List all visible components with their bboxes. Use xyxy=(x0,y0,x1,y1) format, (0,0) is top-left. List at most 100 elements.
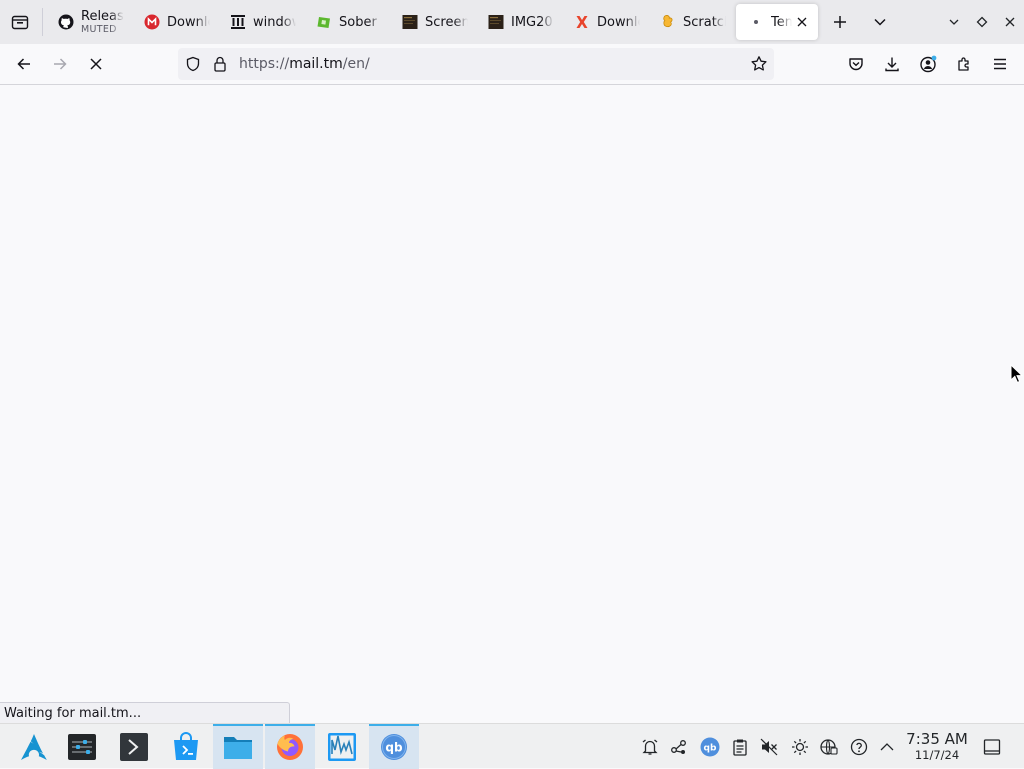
tray-notifications[interactable] xyxy=(640,737,660,757)
firefox-view-button[interactable] xyxy=(6,8,34,36)
taskbar: qb qb 7:35 AM 11/7/24 xyxy=(0,723,1024,769)
taskbar-qbittorrent[interactable]: qb xyxy=(369,724,419,769)
taskbar-system-settings[interactable] xyxy=(57,724,107,769)
close-icon xyxy=(1005,17,1015,27)
image-thumbnail-icon xyxy=(488,14,504,30)
x-download-icon xyxy=(574,14,590,30)
tab-scratch[interactable]: Scratch xyxy=(648,4,726,40)
tab-download-x[interactable]: Download xyxy=(562,4,640,40)
tab-label-wrap: IMG20 xyxy=(511,14,554,30)
tab-muted-label: MUTED xyxy=(81,23,117,35)
tray-qbittorrent[interactable]: qb xyxy=(700,737,720,757)
firefox-icon xyxy=(277,733,303,760)
tray-network[interactable] xyxy=(819,737,839,757)
pocket-button[interactable] xyxy=(842,50,870,78)
tab-download-mega[interactable]: Download xyxy=(132,4,210,40)
tab-title: Scratch xyxy=(683,14,726,30)
tab-label-wrap: Releases MUTED xyxy=(81,9,124,35)
scratch-icon xyxy=(660,14,676,30)
brightness-sun-icon xyxy=(792,739,808,755)
tray-expand-button[interactable] xyxy=(877,737,897,757)
tab-releases[interactable]: Releases MUTED xyxy=(46,4,124,40)
back-button[interactable] xyxy=(10,50,38,78)
arrow-right-icon xyxy=(54,58,67,70)
taskbar-system-monitor[interactable] xyxy=(317,724,367,769)
tab-windows[interactable]: windows xyxy=(218,4,296,40)
tab-label-wrap: Temp xyxy=(771,14,792,30)
github-icon xyxy=(58,14,74,30)
account-icon xyxy=(920,55,937,73)
tab-label-wrap: windows xyxy=(253,14,296,30)
window-maximize-button[interactable] xyxy=(970,10,994,34)
tab-label-wrap: Scratch xyxy=(683,14,726,30)
url-input[interactable]: https://mail.tm/en/ xyxy=(239,56,370,72)
clipboard-icon xyxy=(733,739,747,756)
firefox-view-icon xyxy=(11,15,29,30)
account-button[interactable] xyxy=(914,50,942,78)
show-desktop-icon xyxy=(983,739,1001,755)
hamburger-menu-icon xyxy=(994,58,1006,70)
tab-title: Download xyxy=(597,14,640,30)
svg-text:qb: qb xyxy=(704,744,717,754)
qbittorrent-icon: qb xyxy=(381,733,407,760)
url-scheme: https:// xyxy=(239,56,290,72)
bookmark-star-button[interactable] xyxy=(750,55,768,77)
address-bar[interactable]: https://mail.tm/en/ xyxy=(178,48,774,80)
show-desktop-button[interactable] xyxy=(982,737,1002,757)
question-circle-icon xyxy=(850,738,868,756)
star-icon xyxy=(751,56,767,71)
close-tab-button[interactable] xyxy=(792,12,812,32)
plus-icon xyxy=(834,16,846,28)
pocket-icon xyxy=(849,58,863,71)
new-tab-button[interactable] xyxy=(826,8,854,36)
extensions-button[interactable] xyxy=(950,50,978,78)
clock-time: 7:35 AM xyxy=(906,730,968,748)
url-host: mail.tm xyxy=(289,56,343,72)
tray-brightness[interactable] xyxy=(790,737,810,757)
settings-sliders-icon xyxy=(68,733,96,760)
list-all-tabs-button[interactable] xyxy=(866,8,894,36)
sober-icon xyxy=(316,14,332,30)
stop-button[interactable] xyxy=(82,50,110,78)
tray-kde-connect[interactable] xyxy=(669,737,689,757)
tab-title: Download xyxy=(167,14,210,30)
tab-img20[interactable]: IMG20 xyxy=(476,4,554,40)
close-icon xyxy=(797,17,807,27)
system-monitor-icon xyxy=(328,732,356,761)
taskbar-terminal[interactable] xyxy=(109,724,159,769)
puzzle-piece-icon xyxy=(958,57,969,71)
tray-clipboard[interactable] xyxy=(730,737,750,757)
forward-button[interactable] xyxy=(46,50,74,78)
digital-clock[interactable]: 7:35 AM 11/7/24 xyxy=(900,730,974,762)
software-store-bag-icon xyxy=(174,731,198,760)
tray-volume[interactable] xyxy=(759,737,779,757)
chevron-down-icon xyxy=(874,18,886,26)
tab-sober[interactable]: Sober xyxy=(304,4,382,40)
network-globe-icon xyxy=(820,739,838,755)
downloads-button[interactable] xyxy=(878,50,906,78)
tab-screen[interactable]: Screen xyxy=(390,4,468,40)
page-content-area xyxy=(0,85,1024,722)
app-menu-button[interactable] xyxy=(986,50,1014,78)
arrow-left-icon xyxy=(17,58,30,70)
maximize-icon xyxy=(976,16,988,28)
tab-title: Temp xyxy=(771,14,792,30)
url-path: /en/ xyxy=(342,56,370,72)
tracking-protection-shield-icon[interactable] xyxy=(185,56,201,76)
window-close-button[interactable] xyxy=(998,10,1022,34)
tab-title: Screen xyxy=(425,14,468,30)
tab-strip: Releases MUTED Download windows Sober Sc… xyxy=(0,0,1024,44)
taskbar-file-manager[interactable] xyxy=(213,724,263,769)
lock-icon[interactable] xyxy=(212,55,228,77)
taskbar-firefox[interactable] xyxy=(265,724,315,769)
tray-help[interactable] xyxy=(849,737,869,757)
window-minimize-button[interactable] xyxy=(942,10,966,34)
tab-temp-mail[interactable]: Temp xyxy=(736,4,818,40)
tab-title: Sober xyxy=(339,14,377,30)
mouse-cursor-icon xyxy=(1010,363,1024,388)
tab-title: IMG20 xyxy=(511,14,553,30)
taskbar-discover[interactable] xyxy=(161,724,211,769)
svg-text:qb: qb xyxy=(385,740,403,754)
application-launcher-button[interactable] xyxy=(9,724,59,769)
tab-title: Releases xyxy=(81,9,124,24)
